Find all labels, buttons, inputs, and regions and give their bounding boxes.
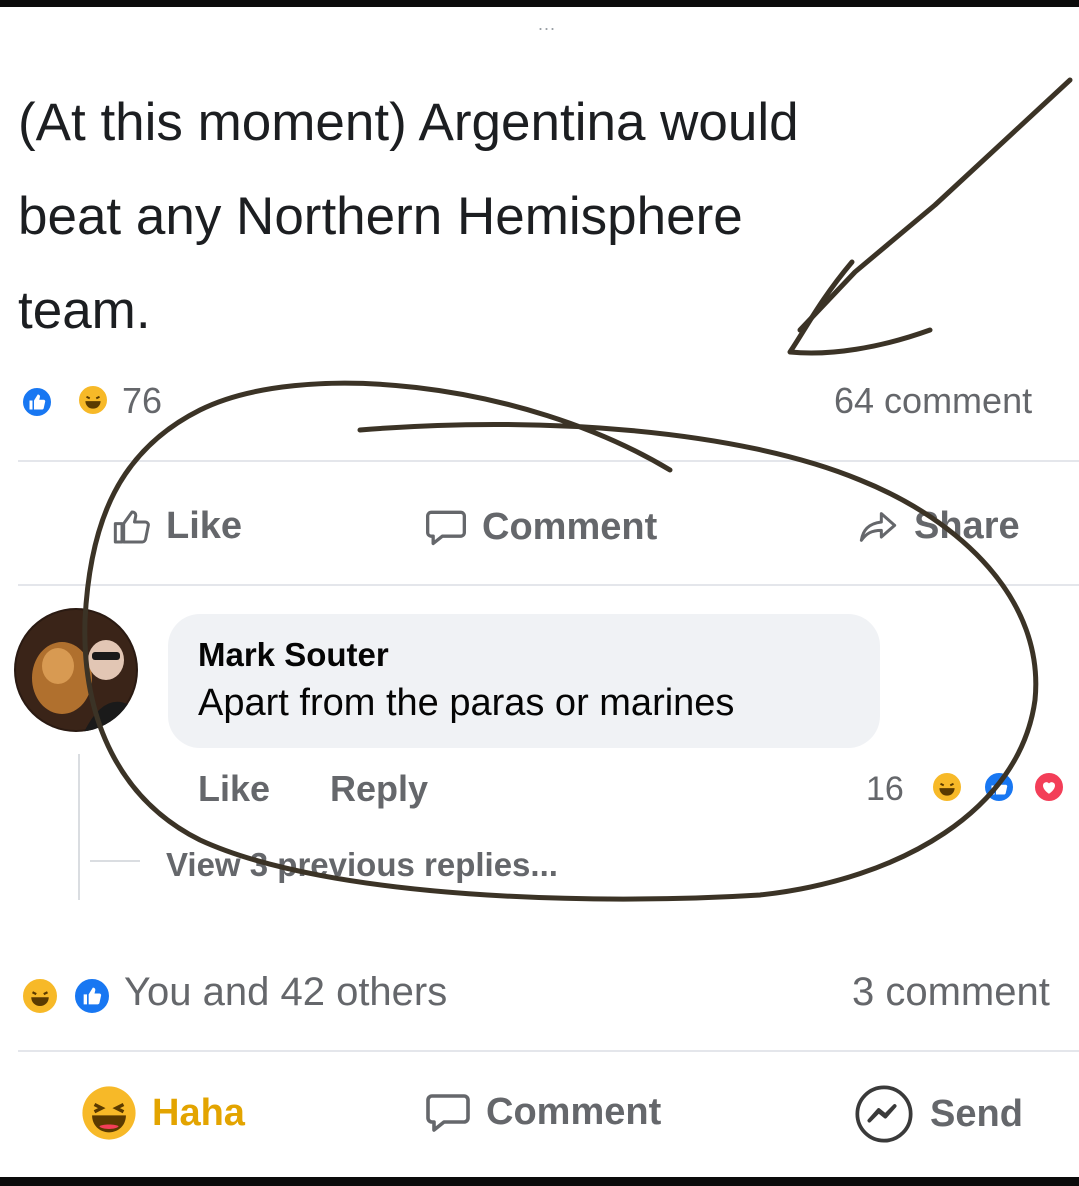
thumbs-up-icon xyxy=(113,510,150,543)
like-icon xyxy=(72,976,112,1016)
view-previous-replies-link[interactable]: View 3 previous replies... xyxy=(166,846,558,884)
comment-reply-button[interactable]: Reply xyxy=(330,768,428,810)
reply-thread-connector xyxy=(90,860,140,862)
divider xyxy=(18,584,1079,586)
haha-icon xyxy=(20,976,60,1016)
share-label: Share xyxy=(914,505,1020,547)
like-button[interactable]: Like xyxy=(112,505,242,548)
divider xyxy=(18,1050,1079,1052)
share-arrow-icon xyxy=(859,511,897,542)
comment-bubble xyxy=(168,614,880,748)
comment-button[interactable]: Comment xyxy=(424,505,657,549)
comment-author[interactable]: Mark Souter xyxy=(198,636,389,674)
reactions-summary[interactable]: You and 42 others xyxy=(124,970,447,1015)
top-frame-bar xyxy=(0,0,1079,7)
haha-icon xyxy=(82,1086,136,1140)
comment-like-button[interactable]: Like xyxy=(198,768,270,810)
reply-thread-line xyxy=(78,754,80,900)
like-icon xyxy=(982,770,1016,804)
post-comment-count[interactable]: 64 comment xyxy=(834,380,1032,422)
menu-dots-icon[interactable]: ... xyxy=(538,14,556,35)
post-reaction-count[interactable]: 76 xyxy=(122,380,162,422)
like-label: Like xyxy=(166,505,243,547)
post-text-line: team. xyxy=(18,281,151,340)
haha-label: Haha xyxy=(152,1091,245,1134)
avatar[interactable] xyxy=(14,608,138,732)
send-label: Send xyxy=(930,1092,1023,1135)
comment-label: Comment xyxy=(486,1090,662,1133)
share-button[interactable]: Share xyxy=(856,505,1020,548)
messenger-icon xyxy=(855,1085,913,1143)
post-text: (At this moment) Argentina would beat an… xyxy=(18,76,1078,358)
like-icon xyxy=(20,385,54,419)
divider xyxy=(18,460,1079,462)
haha-icon xyxy=(76,383,110,417)
post-text-line: (At this moment) Argentina would xyxy=(18,93,799,152)
send-button[interactable]: Send xyxy=(852,1082,1023,1146)
post-text-line: beat any Northern Hemisphere xyxy=(18,187,743,246)
bottom-frame-bar xyxy=(0,1177,1079,1186)
haha-icon xyxy=(930,770,964,804)
haha-button[interactable]: Haha xyxy=(80,1084,245,1142)
comment-button[interactable]: Comment xyxy=(424,1088,661,1136)
footer-comment-count[interactable]: 3 comment xyxy=(852,970,1050,1015)
speech-bubble-icon xyxy=(426,510,466,546)
speech-bubble-icon xyxy=(426,1094,470,1132)
comment-label: Comment xyxy=(482,505,658,548)
comment-text: Apart from the paras or marines xyxy=(198,682,735,724)
love-icon xyxy=(1032,770,1066,804)
comment-reaction-count[interactable]: 16 xyxy=(866,770,904,809)
